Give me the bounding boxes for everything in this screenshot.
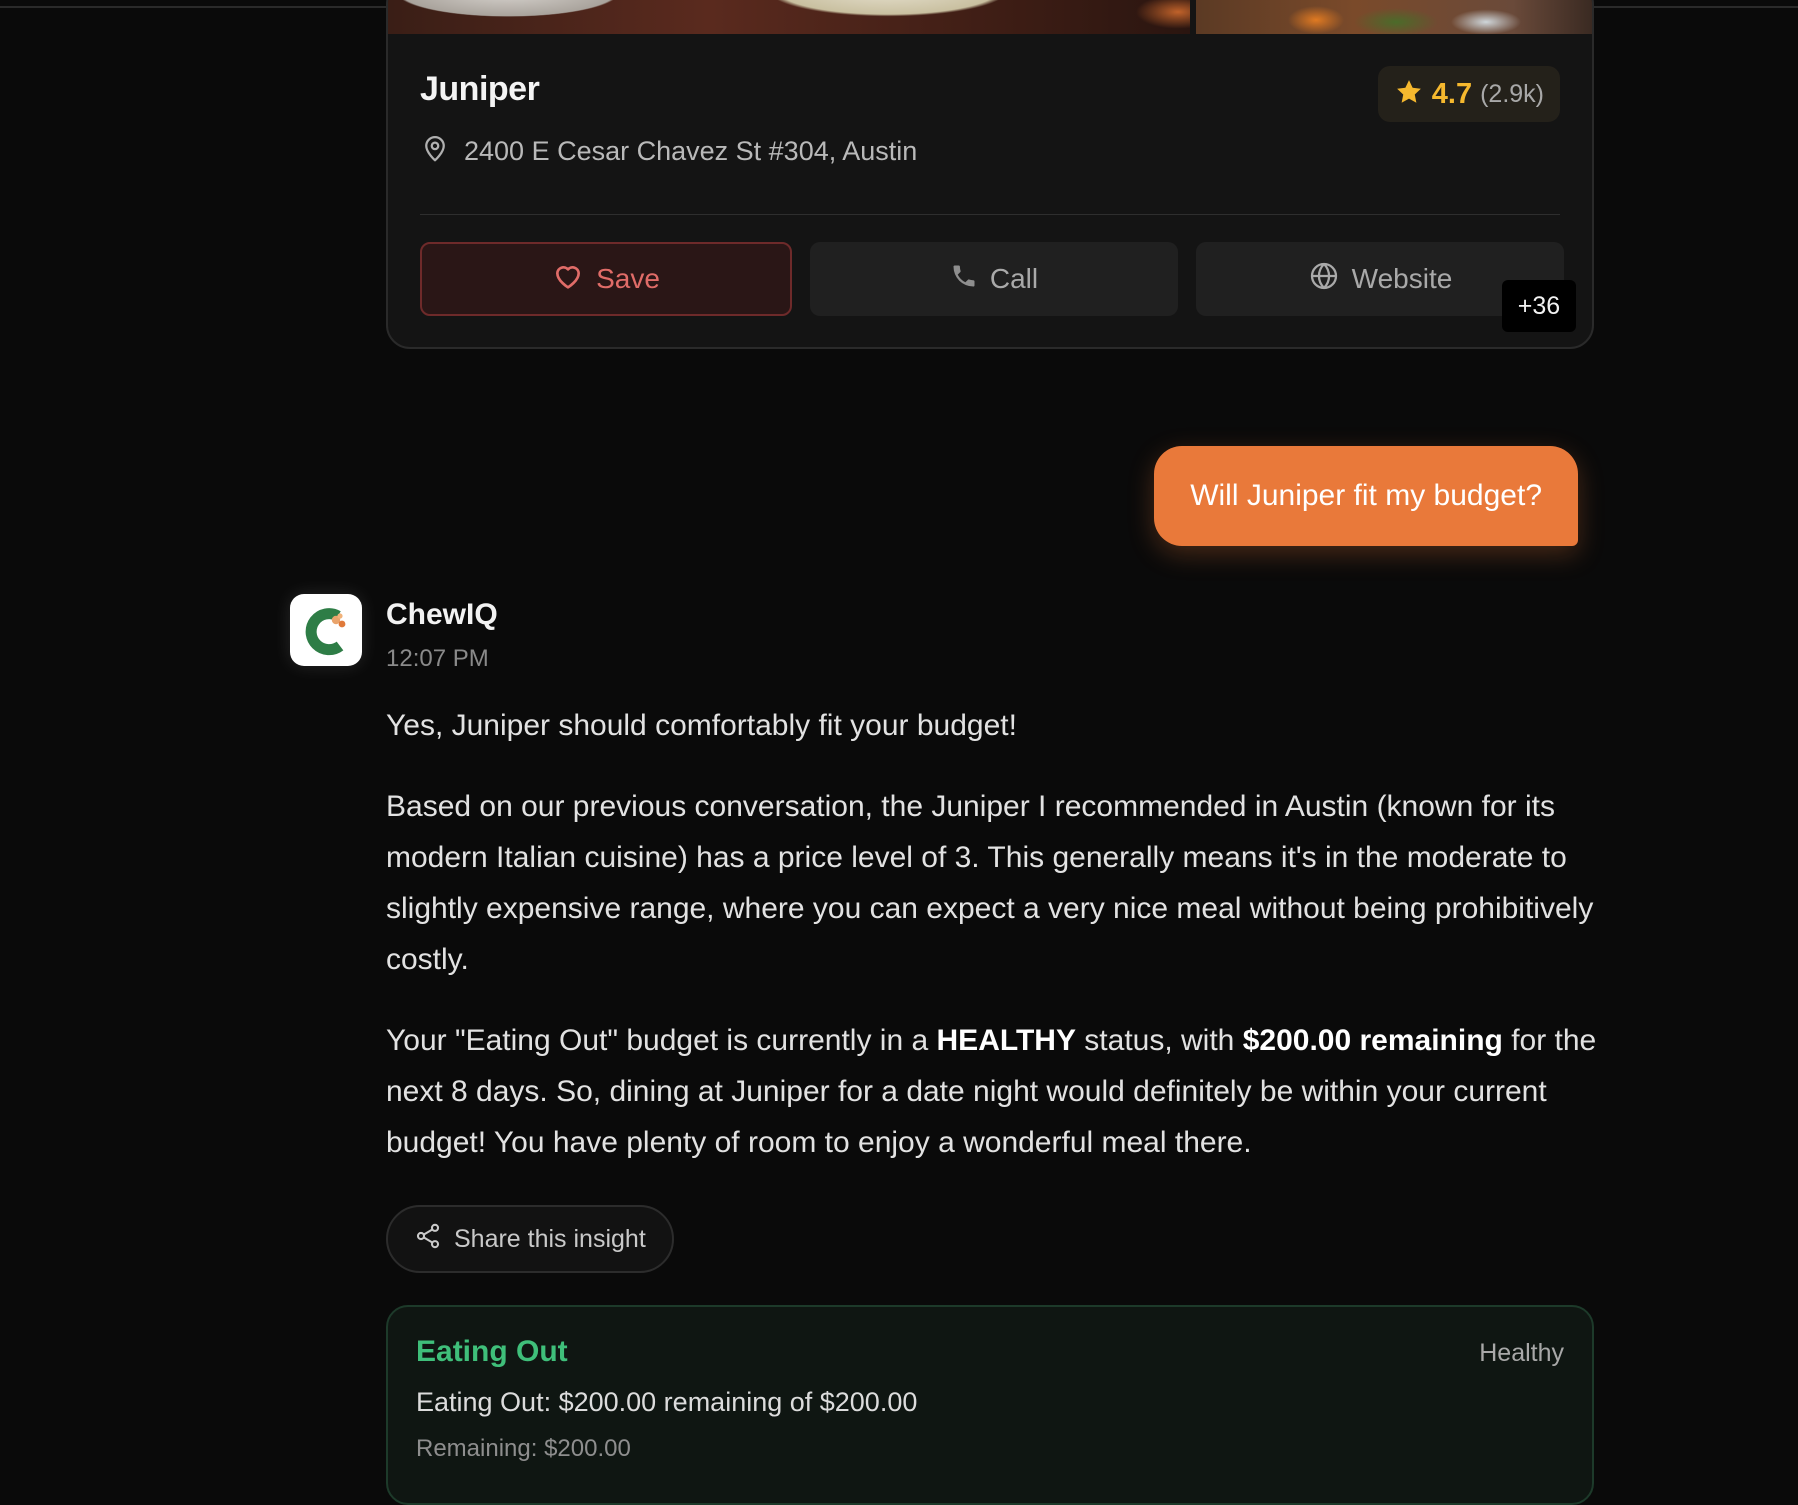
rating-value: 4.7 (1431, 77, 1473, 110)
address-text: 2400 E Cesar Chavez St #304, Austin (464, 136, 918, 166)
call-label: Call (989, 263, 1039, 294)
save-label: Save (596, 263, 660, 294)
budget-category-title: Eating Out (416, 1335, 568, 1368)
budget-status-emphasis: HEALTHY (936, 1024, 1076, 1057)
address-row: 2400 E Cesar Chavez St #304, Austin (420, 134, 917, 169)
share-icon (414, 1222, 442, 1257)
star-icon (1394, 77, 1424, 112)
budget-status-label: Healthy (1479, 1339, 1564, 1367)
restaurant-photo[interactable] (388, 0, 1190, 34)
more-photos-badge[interactable]: +36 (1502, 280, 1576, 332)
budget-card[interactable]: Eating Out Healthy Eating Out: $200.00 r… (386, 1305, 1594, 1505)
globe-icon (1308, 260, 1340, 299)
phone-icon (950, 262, 978, 297)
save-button[interactable]: Save (420, 242, 792, 316)
location-pin-icon (420, 134, 450, 169)
assistant-message: Yes, Juniper should comfortably fit your… (386, 700, 1601, 1198)
heart-icon (552, 260, 584, 299)
user-message-bubble: Will Juniper fit my budget? (1154, 446, 1578, 546)
card-divider (420, 214, 1560, 215)
user-message-text: Will Juniper fit my budget? (1190, 479, 1542, 512)
restaurant-name: Juniper (420, 70, 540, 108)
message-text: Your "Eating Out" budget is currently in… (386, 1024, 937, 1057)
share-label: Share this insight (454, 1224, 646, 1253)
remaining-amount-emphasis: $200.00 remaining (1242, 1024, 1503, 1057)
message-timestamp: 12:07 PM (386, 645, 489, 672)
assistant-name: ChewIQ (386, 598, 498, 631)
website-label: Website (1351, 263, 1453, 294)
restaurant-photo[interactable] (1196, 0, 1592, 34)
message-paragraph: Based on our previous conversation, the … (386, 790, 1594, 976)
rating-badge: 4.7 (2.9k) (1377, 66, 1560, 122)
restaurant-card[interactable]: Juniper 4.7 (2.9k) 2400 E Cesar Chavez S… (386, 0, 1594, 349)
budget-summary: Eating Out: $200.00 remaining of $200.00 (416, 1387, 918, 1417)
photo-strip[interactable] (388, 0, 1592, 34)
call-button[interactable]: Call (810, 242, 1178, 316)
budget-remaining: Remaining: $200.00 (416, 1435, 631, 1462)
rating-count: (2.9k) (1480, 79, 1544, 108)
chewiq-logo (290, 594, 362, 666)
message-paragraph: Your "Eating Out" budget is currently in… (386, 1015, 1601, 1168)
share-insight-button[interactable]: Share this insight (386, 1205, 674, 1273)
message-paragraph: Yes, Juniper should comfortably fit your… (386, 709, 1017, 742)
message-text: status, with (1075, 1024, 1243, 1057)
